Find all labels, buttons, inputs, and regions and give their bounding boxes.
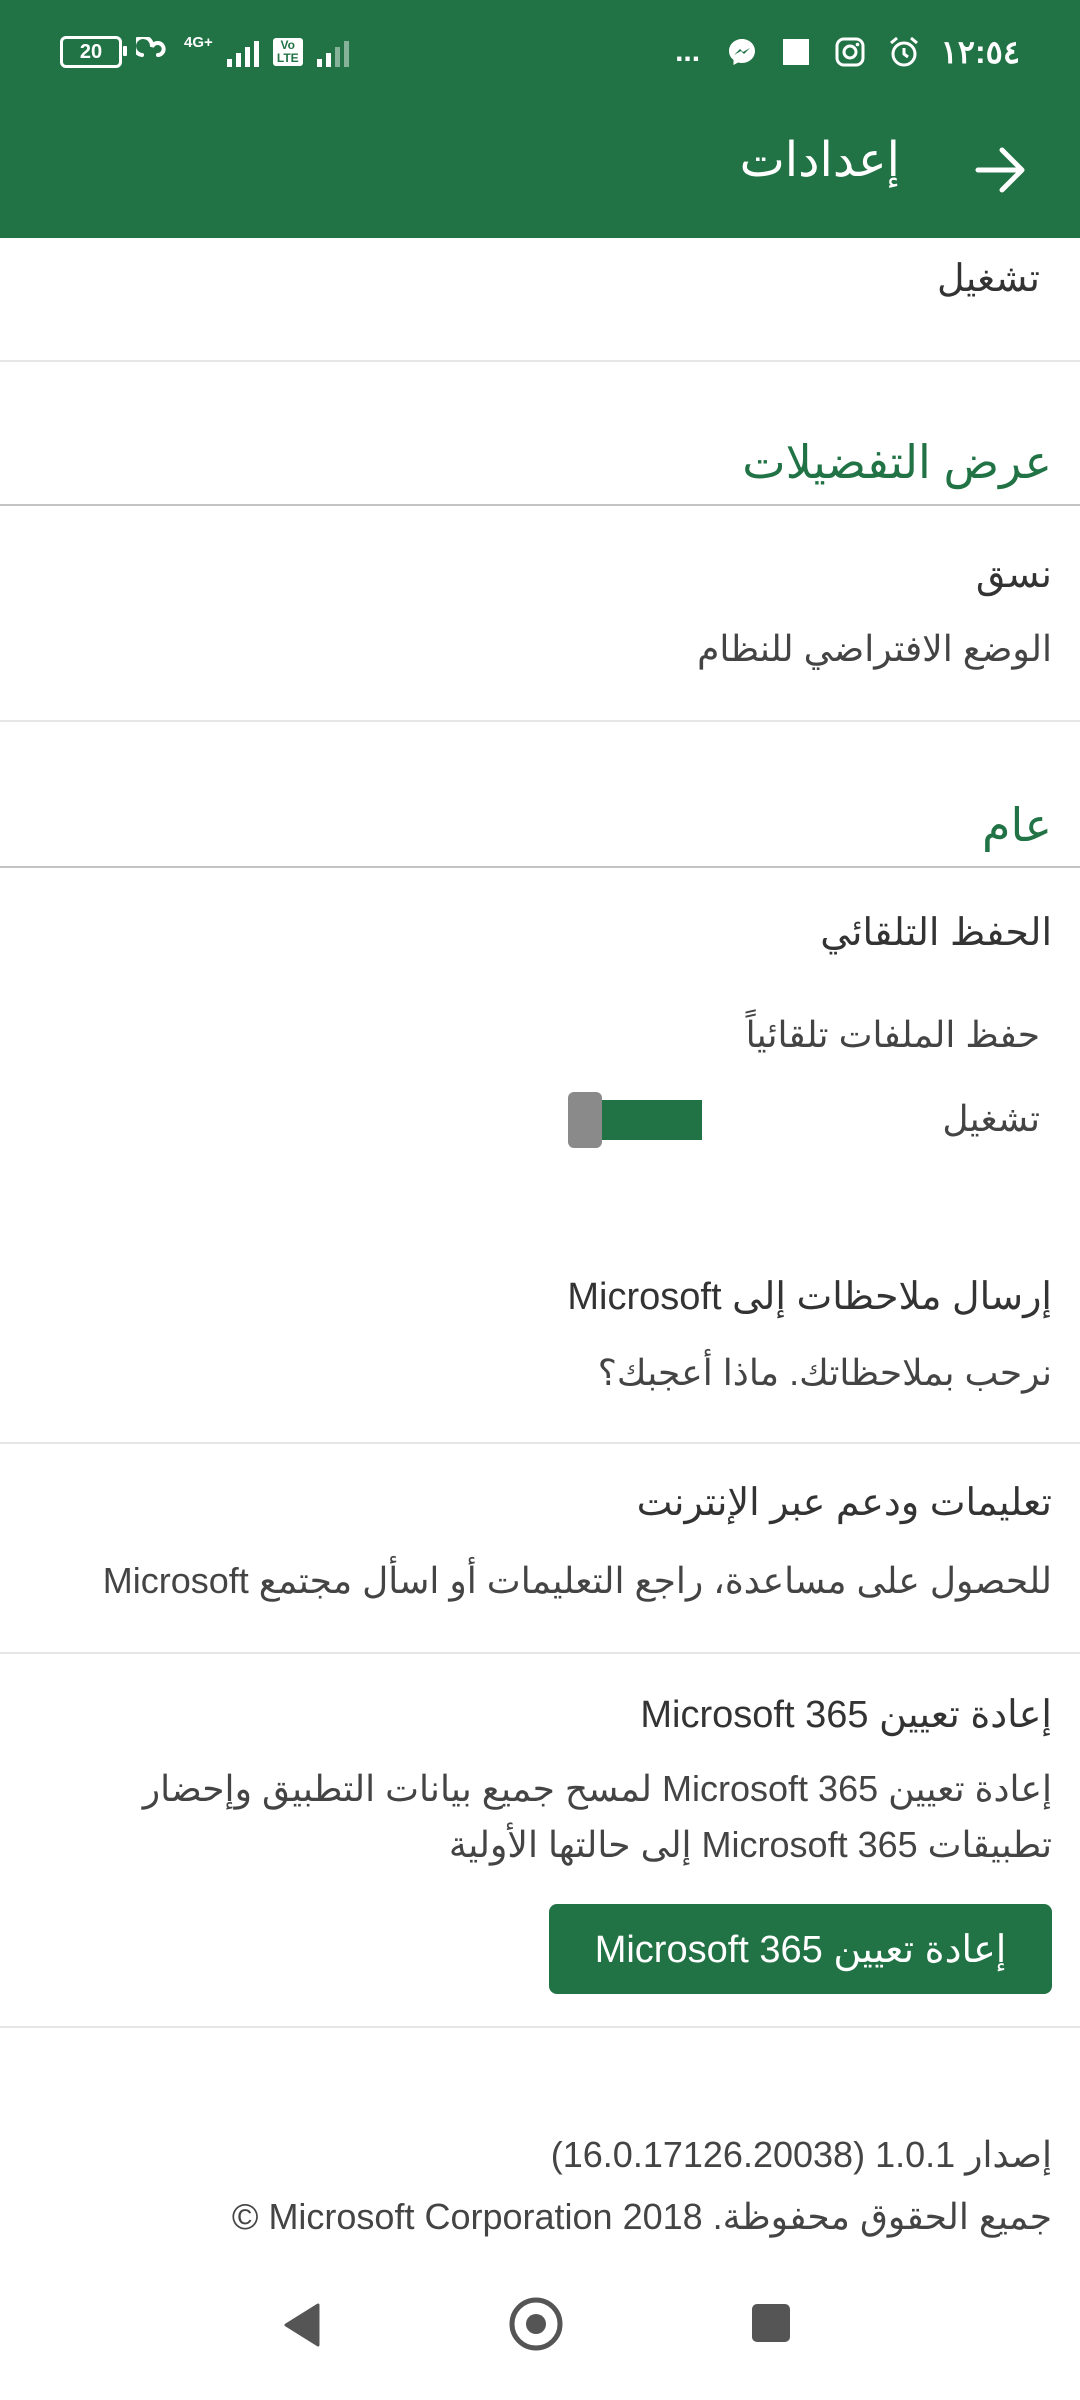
- divider: [0, 1442, 1080, 1444]
- reset-button[interactable]: إعادة تعيين Microsoft 365: [549, 1904, 1052, 1994]
- page-title: إعدادات: [739, 134, 900, 187]
- divider: [0, 720, 1080, 722]
- back-arrow-icon[interactable]: [970, 140, 1030, 200]
- theme-label: نسق: [975, 554, 1052, 596]
- section-header-general: عام: [982, 799, 1052, 851]
- battery-icon: 20: [60, 36, 127, 68]
- theme-value: الوضع الافتراضي للنظام: [697, 628, 1052, 669]
- autosave-files-label: حفظ الملفات تلقائياً: [745, 1014, 1040, 1055]
- alarm-icon: [887, 35, 921, 69]
- nav-home-icon[interactable]: [508, 2296, 564, 2357]
- instagram-icon: [833, 35, 867, 69]
- status-bar: 20 4G+ Vo LTE ... ١٢:٥٤: [0, 0, 1080, 104]
- autosave-state-label: تشغيل: [942, 1098, 1040, 1139]
- autosave-title: الحفظ التلقائي: [820, 912, 1052, 954]
- copyright-text: جميع الحقوق محفوظة. Microsoft Corporatio…: [231, 2196, 1052, 2237]
- toggle-thumb[interactable]: [568, 1092, 602, 1148]
- messenger-icon: [725, 35, 759, 69]
- feedback-subtitle: نرحب بملاحظاتك. ماذا أعجبك؟: [597, 1352, 1052, 1393]
- signal-2-icon: [316, 37, 349, 67]
- help-title: تعليمات ودعم عبر الإنترنت: [636, 1482, 1052, 1524]
- reset-description-line2: تطبيقات Microsoft 365 إلى حالتها الأولية: [448, 1824, 1052, 1865]
- volte-icon: Vo LTE: [272, 38, 303, 66]
- network-type: 4G+: [184, 33, 213, 51]
- top-setting-value[interactable]: تشغيل: [937, 256, 1040, 301]
- app-bar: إعدادات: [0, 104, 1080, 238]
- divider: [0, 2026, 1080, 2028]
- section-header-display: عرض التفضيلات: [742, 436, 1052, 488]
- nav-back-icon[interactable]: [282, 2302, 322, 2353]
- help-subtitle: للحصول على مساعدة، راجع التعليمات أو اسأ…: [102, 1560, 1052, 1601]
- version-text: إصدار 1.0.1 (16.0.17126.20038): [550, 2134, 1052, 2175]
- signal-icon: [226, 37, 259, 67]
- reset-description-line1: إعادة تعيين Microsoft 365 لمسح جميع بيان…: [142, 1768, 1052, 1809]
- section-divider: [0, 866, 1080, 868]
- system-nav-bar: [0, 2250, 1080, 2400]
- data-saver-icon: [136, 35, 170, 69]
- battery-level: 20: [79, 40, 103, 63]
- nav-recents-icon[interactable]: [750, 2302, 792, 2349]
- reset-title: إعادة تعيين Microsoft 365: [640, 1694, 1052, 1736]
- divider: [0, 360, 1080, 362]
- feedback-title: إرسال ملاحظات إلى Microsoft: [567, 1276, 1052, 1318]
- more-notifications-icon: ...: [675, 35, 701, 68]
- stop-icon: [779, 35, 813, 69]
- divider: [0, 1652, 1080, 1654]
- section-divider: [0, 504, 1080, 506]
- clock-time: ١٢:٥٤: [940, 34, 1020, 70]
